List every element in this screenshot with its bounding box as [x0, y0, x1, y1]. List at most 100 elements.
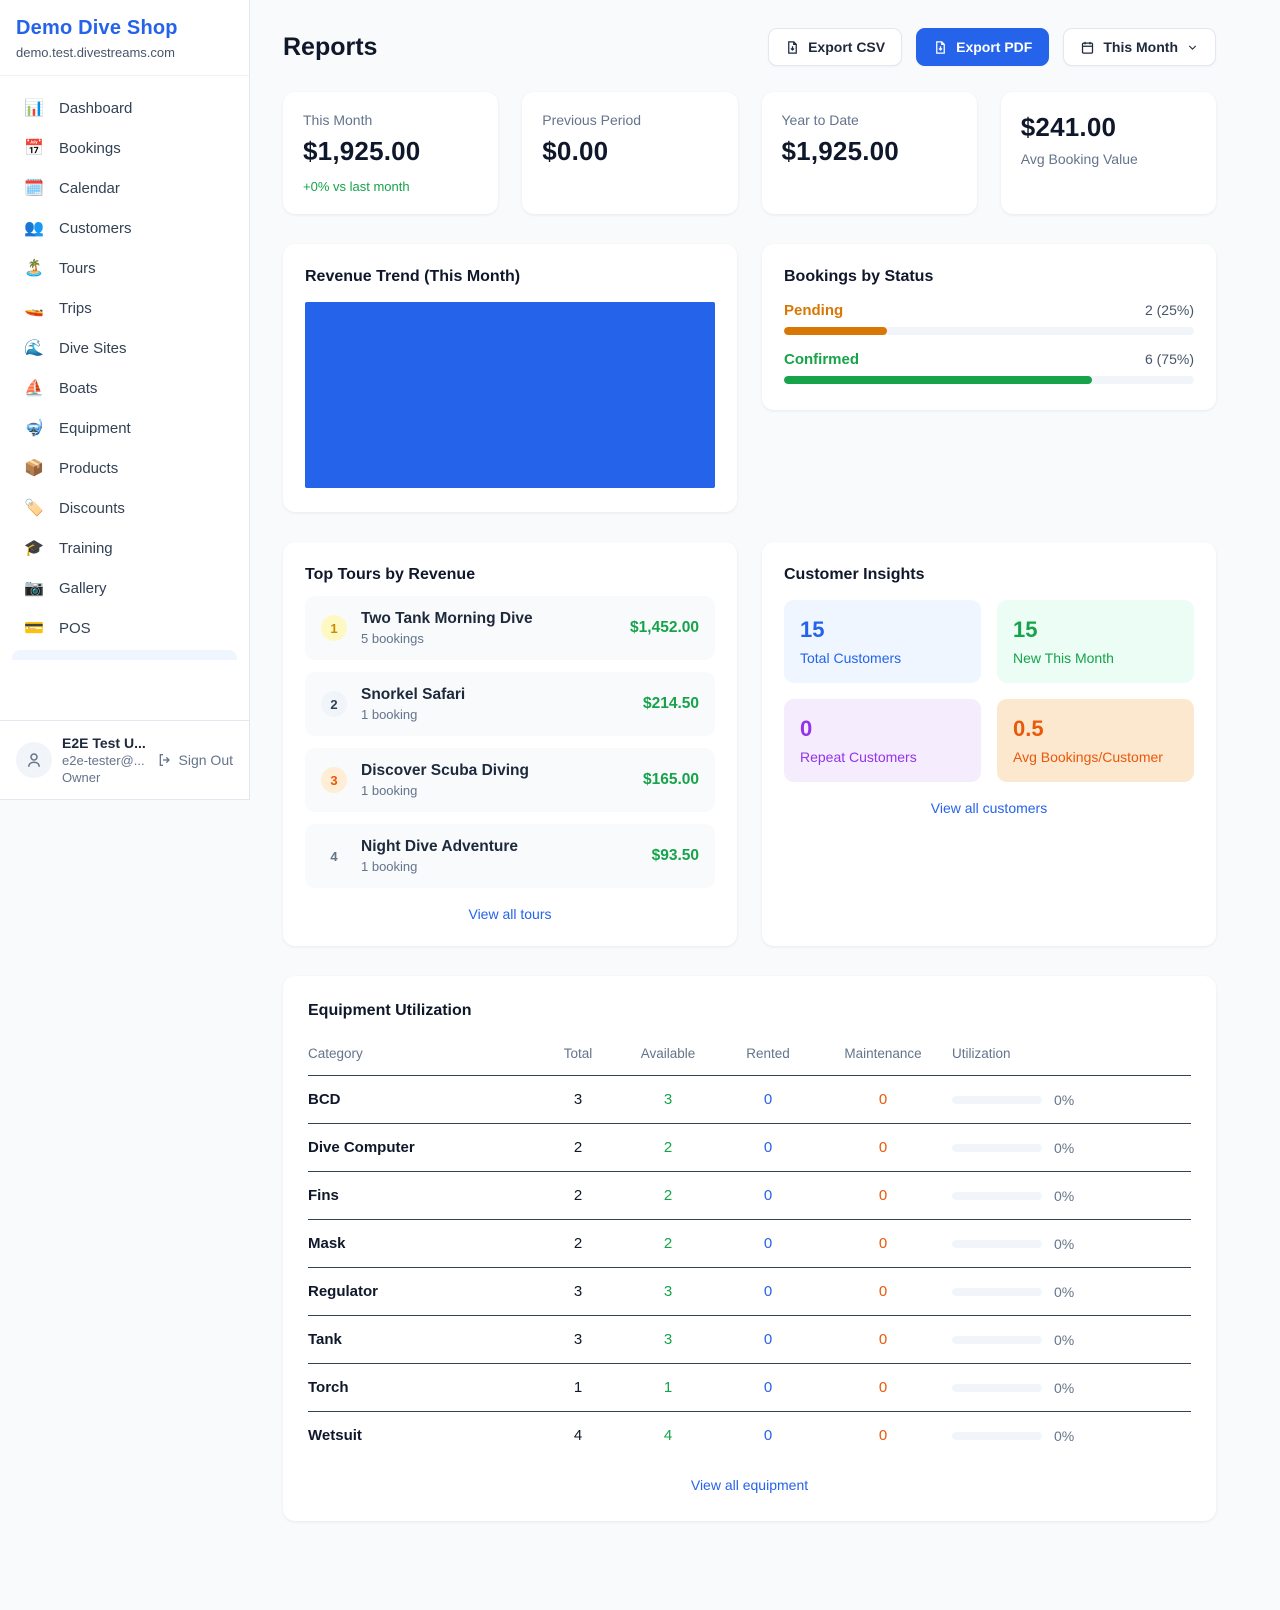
total-cell: 3	[538, 1331, 618, 1348]
insight-tiles: 15 Total Customers 15 New This Month 0 R…	[784, 600, 1194, 782]
maintenance-cell: 0	[818, 1091, 948, 1108]
stat-label: Previous Period	[542, 112, 717, 128]
sidebar-item-calendar[interactable]: 🗓️ Calendar	[12, 168, 237, 208]
utilization-percent: 0%	[1054, 1284, 1074, 1300]
export-pdf-button[interactable]: Export PDF	[916, 28, 1049, 66]
customer-insights-card: Customer Insights 15 Total Customers 15 …	[762, 542, 1216, 946]
tour-name: Snorkel Safari	[361, 686, 629, 704]
sidebar-item-pos[interactable]: 💳 POS	[12, 608, 237, 648]
export-pdf-label: Export PDF	[956, 39, 1032, 55]
tours-island-icon: 🏝️	[24, 258, 44, 278]
utilization-cell: 0%	[948, 1236, 1191, 1252]
table-header-row: Category Total Available Rented Maintena…	[308, 1038, 1191, 1076]
sidebar-item-training[interactable]: 🎓 Training	[12, 528, 237, 568]
period-label: This Month	[1103, 39, 1178, 55]
tile-label: Avg Bookings/Customer	[1013, 749, 1178, 765]
utilization-bar	[952, 1336, 1042, 1344]
available-cell: 3	[618, 1091, 718, 1108]
file-download-icon	[785, 40, 800, 55]
stat-value: $0.00	[542, 136, 717, 167]
sign-out-button[interactable]: Sign Out	[157, 752, 233, 768]
category-cell: Fins	[308, 1187, 538, 1204]
sidebar-item-trips[interactable]: 🚤 Trips	[12, 288, 237, 328]
sidebar-item-boats[interactable]: ⛵ Boats	[12, 368, 237, 408]
sidebar-item-label: Equipment	[59, 420, 131, 437]
tag-icon: 🏷️	[24, 498, 44, 518]
category-cell: Tank	[308, 1331, 538, 1348]
total-cell: 4	[538, 1427, 618, 1444]
utilization-cell: 0%	[948, 1140, 1191, 1156]
stat-delta: +0% vs last month	[303, 179, 478, 194]
table-row: BCD33000%	[308, 1076, 1191, 1124]
sidebar-item-discounts[interactable]: 🏷️ Discounts	[12, 488, 237, 528]
user-name: E2E Test U...	[62, 735, 147, 751]
bookings-calendar-icon: 📅	[24, 138, 44, 158]
sidebar-item-gallery[interactable]: 📷 Gallery	[12, 568, 237, 608]
tour-name: Discover Scuba Diving	[361, 762, 629, 780]
diving-mask-icon: 🤿	[24, 418, 44, 438]
user-role: Owner	[62, 770, 147, 785]
total-cell: 3	[538, 1283, 618, 1300]
tile-avg-bookings-customer: 0.5 Avg Bookings/Customer	[997, 699, 1194, 782]
rank-badge: 1	[321, 615, 347, 641]
tour-name: Night Dive Adventure	[361, 838, 638, 856]
sidebar-item-label: Products	[59, 460, 118, 477]
tour-row: 4 Night Dive Adventure 1 booking $93.50	[305, 824, 715, 888]
view-all-tours-link[interactable]: View all tours	[305, 906, 715, 922]
view-all-customers-link[interactable]: View all customers	[784, 800, 1194, 816]
export-csv-button[interactable]: Export CSV	[768, 28, 902, 66]
sidebar-active-item-partial[interactable]	[12, 650, 237, 660]
sidebar-item-bookings[interactable]: 📅 Bookings	[12, 128, 237, 168]
rented-cell: 0	[718, 1331, 818, 1348]
user-info: E2E Test U... e2e-tester@... Owner	[62, 735, 147, 785]
tile-new-this-month: 15 New This Month	[997, 600, 1194, 683]
stat-label: This Month	[303, 112, 478, 128]
utilization-percent: 0%	[1054, 1188, 1074, 1204]
tour-revenue: $214.50	[643, 695, 699, 713]
utilization-bar	[952, 1432, 1042, 1440]
top-tours-title: Top Tours by Revenue	[305, 566, 715, 584]
category-cell: Regulator	[308, 1283, 538, 1300]
sidebar-item-products[interactable]: 📦 Products	[12, 448, 237, 488]
column-header: Available	[618, 1046, 718, 1061]
customers-icon: 👥	[24, 218, 44, 238]
available-cell: 1	[618, 1379, 718, 1396]
sidebar-item-label: Bookings	[59, 140, 121, 157]
category-cell: BCD	[308, 1091, 538, 1108]
tour-name: Two Tank Morning Dive	[361, 610, 616, 628]
maintenance-cell: 0	[818, 1283, 948, 1300]
view-all-equipment-link[interactable]: View all equipment	[308, 1477, 1191, 1493]
status-row-confirmed: Confirmed 6 (75%)	[784, 351, 1194, 384]
sidebar-item-label: Trips	[59, 300, 92, 317]
table-row: Dive Computer22000%	[308, 1124, 1191, 1172]
sidebar-item-dive-sites[interactable]: 🌊 Dive Sites	[12, 328, 237, 368]
tile-value: 0	[800, 716, 965, 742]
category-cell: Mask	[308, 1235, 538, 1252]
sidebar-item-label: Dashboard	[59, 100, 132, 117]
category-cell: Dive Computer	[308, 1139, 538, 1156]
rented-cell: 0	[718, 1187, 818, 1204]
status-bar-fill	[784, 327, 887, 335]
utilization-bar	[952, 1240, 1042, 1248]
column-header: Utilization	[948, 1046, 1191, 1061]
stat-card-previous-period: Previous Period $0.00	[522, 92, 737, 214]
sidebar-item-dashboard[interactable]: 📊 Dashboard	[12, 88, 237, 128]
utilization-bar	[952, 1288, 1042, 1296]
table-row: Tank33000%	[308, 1316, 1191, 1364]
sidebar-item-label: Training	[59, 540, 113, 557]
sidebar-item-label: Customers	[59, 220, 132, 237]
utilization-bar	[952, 1384, 1042, 1392]
stat-label: Avg Booking Value	[1021, 151, 1196, 167]
sidebar-item-equipment[interactable]: 🤿 Equipment	[12, 408, 237, 448]
sidebar-item-label: POS	[59, 620, 91, 637]
stat-label: Year to Date	[782, 112, 957, 128]
status-row-pending: Pending 2 (25%)	[784, 302, 1194, 335]
utilization-bar	[952, 1192, 1042, 1200]
camera-icon: 📷	[24, 578, 44, 598]
sidebar-item-customers[interactable]: 👥 Customers	[12, 208, 237, 248]
available-cell: 2	[618, 1139, 718, 1156]
period-dropdown[interactable]: This Month	[1063, 28, 1216, 66]
tour-row: 2 Snorkel Safari 1 booking $214.50	[305, 672, 715, 736]
sidebar-item-tours[interactable]: 🏝️ Tours	[12, 248, 237, 288]
maintenance-cell: 0	[818, 1331, 948, 1348]
